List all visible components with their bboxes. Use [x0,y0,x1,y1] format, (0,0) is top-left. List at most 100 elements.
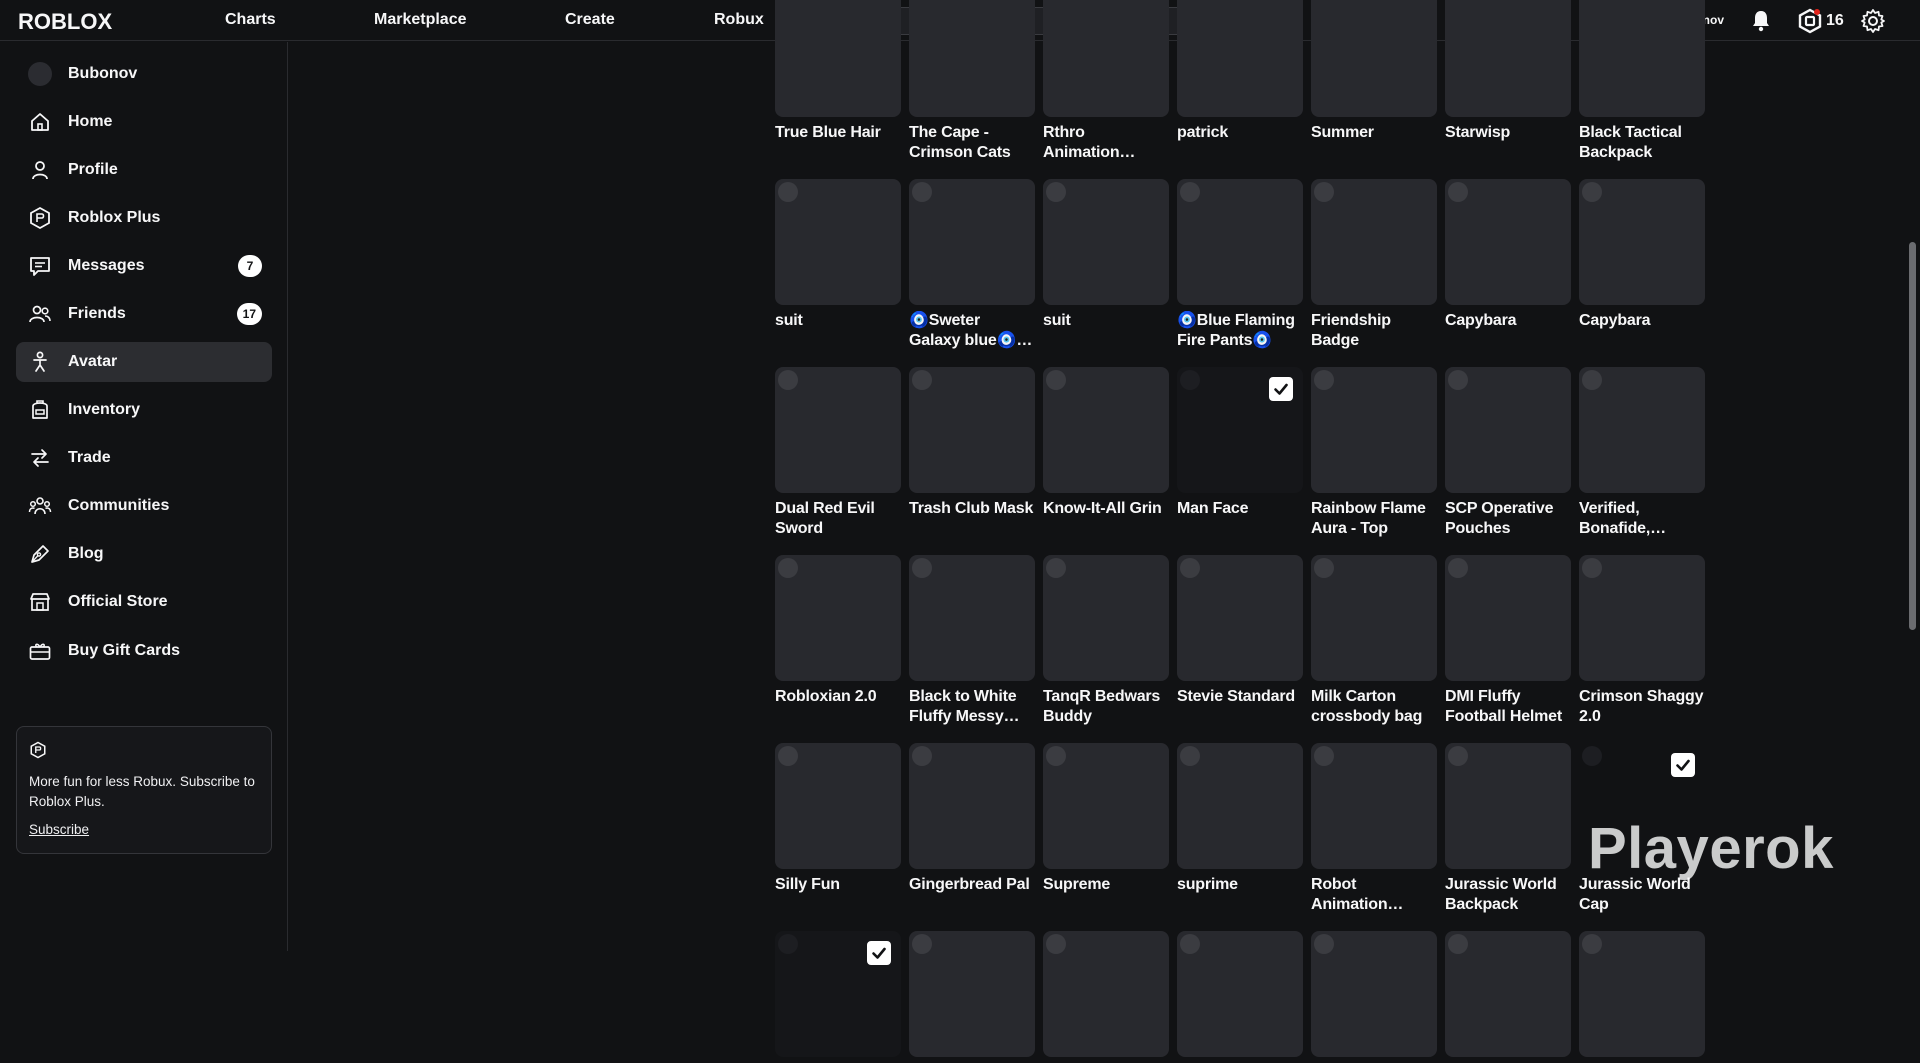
item-select-indicator[interactable] [1180,746,1200,766]
item-card[interactable]: Man Face [1177,367,1303,519]
item-name[interactable]: Summer [1311,123,1437,143]
item-thumbnail[interactable] [775,931,901,1057]
item-thumbnail[interactable] [1579,931,1705,1057]
item-thumbnail[interactable] [909,555,1035,681]
item-card[interactable]: Supreme [1043,743,1169,895]
item-name[interactable]: Black to White Fluffy Messy… [909,687,1035,727]
checkmark-icon[interactable] [867,941,891,965]
scrollbar[interactable] [1905,42,1920,951]
item-select-indicator[interactable] [1314,746,1334,766]
item-card[interactable]: Black Tactical Backpack [1579,0,1705,163]
item-name[interactable]: Supreme [1043,875,1169,895]
item-name[interactable]: patrick [1177,123,1303,143]
sidebar-item-home[interactable]: Home [16,102,272,142]
item-thumbnail[interactable] [909,0,1035,117]
sidebar-item-inventory[interactable]: Inventory [16,390,272,430]
item-name[interactable]: SCP Operative Pouches [1445,499,1571,539]
roblox-logo[interactable]: ROBLOX [18,9,138,33]
item-thumbnail[interactable] [909,743,1035,869]
item-select-indicator[interactable] [1582,746,1602,766]
nav-robux[interactable]: Robux [714,11,764,29]
item-name[interactable]: suprime [1177,875,1303,895]
item-card[interactable]: 🧿Sweter Galaxy blue🧿 [💎100… [909,179,1035,351]
item-thumbnail[interactable] [1445,931,1571,1057]
item-card[interactable]: Black to White Fluffy Messy… [909,555,1035,727]
bell-icon[interactable] [1748,8,1774,34]
item-card[interactable]: Jurassic World Backpack [1445,743,1571,915]
item-thumbnail[interactable] [1311,179,1437,305]
item-card[interactable]: True Blue Hair [775,0,901,143]
item-name[interactable]: suit [775,311,901,331]
item-name[interactable]: The Cape - Crimson Cats [909,123,1035,163]
item-card[interactable]: suprime [1177,743,1303,895]
item-thumbnail[interactable] [1311,555,1437,681]
item-name[interactable]: Starwisp [1445,123,1571,143]
item-thumbnail[interactable] [909,179,1035,305]
item-card[interactable]: Stevie Standard [1177,555,1303,707]
item-select-indicator[interactable] [1046,934,1066,954]
item-name[interactable]: DMI Fluffy Football Helmet [1445,687,1571,727]
checkmark-icon[interactable] [1269,377,1293,401]
item-card[interactable]: patrick [1177,0,1303,143]
nav-create[interactable]: Create [565,11,615,29]
item-card[interactable]: Silly Fun [775,743,901,895]
sidebar-item-trade[interactable]: Trade [16,438,272,478]
item-select-indicator[interactable] [912,558,932,578]
item-thumbnail[interactable] [1043,367,1169,493]
item-card[interactable]: Crimson Shaggy 2.0 [1579,555,1705,727]
item-select-indicator[interactable] [1180,934,1200,954]
item-thumbnail[interactable] [1177,0,1303,117]
item-thumbnail[interactable] [1579,0,1705,117]
item-name[interactable]: Capybara [1445,311,1571,331]
item-name[interactable]: suit [1043,311,1169,331]
item-select-indicator[interactable] [1046,370,1066,390]
item-thumbnail[interactable] [1579,179,1705,305]
item-name[interactable]: Verified, Bonafide,… [1579,499,1705,539]
item-thumbnail[interactable] [1579,555,1705,681]
item-name[interactable]: TanqR Bedwars Buddy [1043,687,1169,727]
item-card[interactable]: Friendship Badge [1311,179,1437,351]
item-name[interactable]: Jurassic World Backpack [1445,875,1571,915]
sidebar-item-blog[interactable]: Blog [16,534,272,574]
checkmark-icon[interactable] [1671,753,1695,777]
item-card[interactable]: Know-It-All Grin [1043,367,1169,519]
item-name[interactable]: Trash Club Mask [909,499,1035,519]
item-select-indicator[interactable] [1314,182,1334,202]
item-select-indicator[interactable] [912,370,932,390]
item-select-indicator[interactable] [1180,182,1200,202]
item-name[interactable]: Dual Red Evil Sword [775,499,901,539]
item-select-indicator[interactable] [1448,934,1468,954]
item-card[interactable]: Capybara [1445,179,1571,331]
item-card[interactable]: Robloxian 2.0 [775,555,901,707]
item-thumbnail[interactable] [775,743,901,869]
item-select-indicator[interactable] [1046,558,1066,578]
item-card[interactable]: Summer [1311,0,1437,143]
item-thumbnail[interactable] [1043,179,1169,305]
item-name[interactable]: Rainbow Flame Aura - Top [1311,499,1437,539]
item-card[interactable]: Verified, Bonafide,… [1579,367,1705,539]
item-name[interactable]: True Blue Hair [775,123,901,143]
item-select-indicator[interactable] [1314,370,1334,390]
item-thumbnail[interactable] [775,179,901,305]
item-card[interactable]: Dual Red Evil Sword [775,367,901,539]
item-select-indicator[interactable] [1314,934,1334,954]
item-select-indicator[interactable] [1180,370,1200,390]
item-thumbnail[interactable] [1311,367,1437,493]
sidebar-item-roblox-plus[interactable]: Roblox Plus [16,198,272,238]
item-select-indicator[interactable] [1046,746,1066,766]
item-card[interactable]: suit [775,179,901,331]
item-card[interactable]: Trash Club Mask [909,367,1035,519]
sidebar-item-avatar[interactable]: Avatar [16,342,272,382]
item-thumbnail[interactable] [1445,555,1571,681]
sidebar-item-official-store[interactable]: Official Store [16,582,272,622]
sidebar-item-communities[interactable]: Communities [16,486,272,526]
item-thumbnail[interactable] [1177,367,1303,493]
item-thumbnail[interactable] [1177,179,1303,305]
item-select-indicator[interactable] [1448,182,1468,202]
item-card[interactable]: Rthro Animation… [1043,0,1169,163]
item-select-indicator[interactable] [778,558,798,578]
gear-icon[interactable] [1860,8,1886,34]
nav-marketplace[interactable]: Marketplace [374,11,467,29]
item-card[interactable]: The Cape - Crimson Cats [909,0,1035,163]
item-card[interactable]: Milk Carton crossbody bag [1311,555,1437,727]
